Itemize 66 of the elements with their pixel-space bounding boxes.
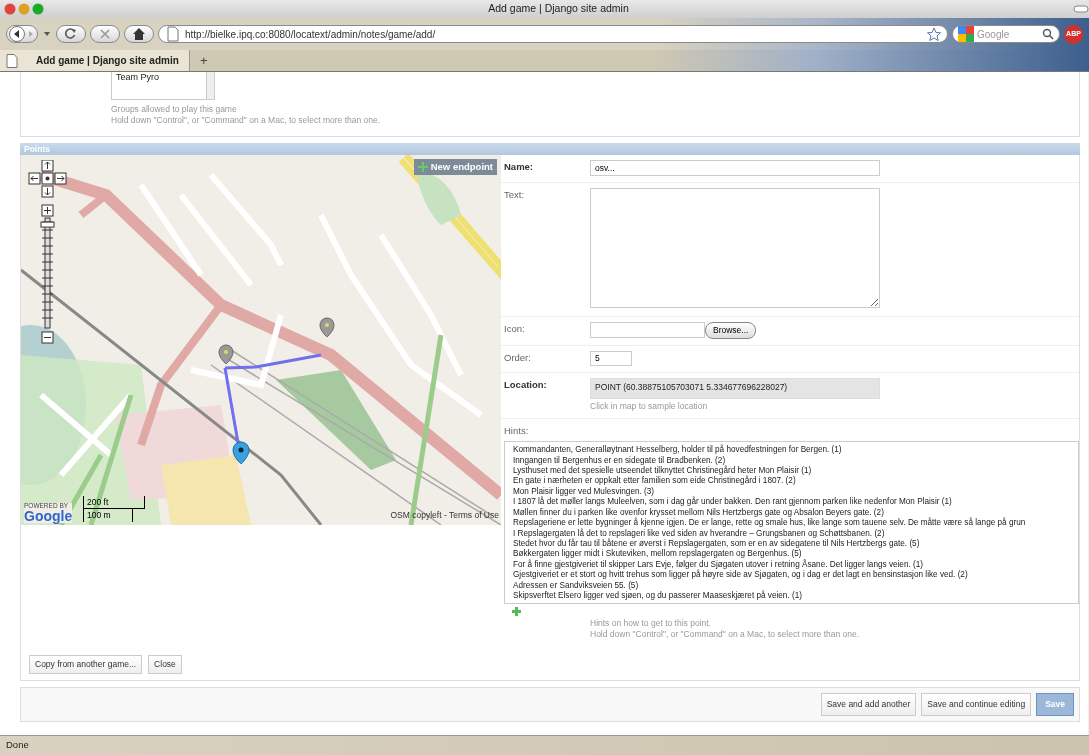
map-marker-icon[interactable] (319, 317, 335, 338)
submit-button[interactable]: Save and add another (820, 692, 917, 716)
map-logo[interactable]: Google (24, 509, 73, 523)
select-option[interactable]: Adressen er Sandviksveien 55. (5) (513, 580, 1078, 591)
status-text: Done (0, 735, 1089, 755)
field-label: Text: (504, 188, 526, 202)
select-option[interactable]: Kommandanten, Generalløytnant Hesselberg, holder til på hovedfestningen for Bergen. (1) (513, 445, 1078, 456)
action-button[interactable]: Copy from another game... (29, 655, 143, 674)
new-tab-button[interactable]: + (190, 50, 218, 71)
pan-control-icon[interactable] (28, 160, 67, 198)
back-forward-button[interactable] (6, 25, 38, 43)
scale-bar: 100 m (83, 509, 133, 522)
field-label: Hints: (504, 424, 530, 438)
terms-link[interactable]: Terms of Use (448, 510, 499, 521)
zoom-out-icon[interactable] (41, 331, 54, 344)
action-button[interactable]: Close (148, 655, 182, 674)
field-label: Name: (504, 160, 535, 174)
map-marker-icon[interactable] (218, 344, 234, 365)
help-text: Hold down "Control", or "Command" on a Mac, to select more than one. (590, 629, 861, 641)
select-option[interactable]: Team Pyro (112, 72, 163, 82)
browse-button[interactable]: Browse... (705, 322, 757, 339)
groups-select[interactable]: Team Pyro (111, 72, 215, 100)
select-option[interactable]: En gate i nærheten er oppkalt etter familien som eide Christinegård i 1807. (2) (513, 476, 1078, 487)
field-label: Icon: (504, 322, 526, 336)
map-marker-icon[interactable] (232, 441, 250, 465)
select-option[interactable]: Skipsverftet Elsero ligger ved sjøen, og du passerer Maaseskjæret på veien. (1) (513, 590, 1078, 602)
zoom-in-icon[interactable] (41, 204, 54, 217)
file-field[interactable] (590, 322, 705, 339)
field-label: Location: (504, 377, 548, 392)
help-text: Hold down "Control", or "Command" on a Mac, to select more than one. (111, 115, 382, 126)
window-controls-icon[interactable] (4, 3, 44, 15)
help-text: Hints on how to get to this point. (590, 618, 712, 630)
select-option[interactable]: Inngangen til Bergenhus er en sidegate til Bradbenken. (2) (513, 455, 1078, 467)
reload-icon[interactable] (63, 26, 79, 42)
select-option[interactable]: I 1807 lå det møller langs Muleelven, som i dag går under bakken. Den rant gjennom parken like nedenfor Mon Plaisir (1) (513, 497, 1078, 508)
submit-button[interactable]: Save and continue editing (921, 692, 1032, 716)
name-field[interactable]: osv... (590, 160, 880, 176)
toolbar-toggle-icon[interactable] (1073, 5, 1089, 13)
hints-select[interactable] (504, 441, 1079, 605)
scale-bar: 200 ft (83, 495, 145, 510)
page-icon (165, 26, 181, 42)
window-title: Add game | Django site admin (487, 1, 630, 17)
section-header: Points (20, 143, 1080, 155)
page-icon (6, 53, 18, 68)
select-option[interactable]: Repslageriene er lette bygninger å kjenne igjen. De er lange, rette og smale hus, like lange som tauene selv. De måtte være så lange på grun (513, 518, 1078, 529)
select-option[interactable]: I Repslagergaten lå det to repslageri like ved siden av hverandre – Grungsbanen og Schøttsbanen. (2) (513, 528, 1078, 539)
url-text: http://bielke.ipq.co:8080/locatext/admin/notes/game/add/ (185, 27, 437, 42)
search-icon[interactable] (1042, 28, 1054, 40)
dropdown-arrow-icon[interactable] (42, 30, 52, 38)
bookmark-star-icon[interactable] (927, 27, 941, 41)
zoom-slider[interactable] (40, 217, 55, 329)
select-option[interactable]: Bøkkergaten ligger midt i Skuteviken, mellom repslagergaten og Bergenhus. (5) (513, 549, 1078, 560)
new-endpoint-button[interactable]: New endpoint (413, 159, 497, 176)
help-text: Groups allowed to play this game (111, 104, 238, 115)
location-field: POINT (60.38875105703071 5.334677696228027) (590, 377, 880, 399)
help-text: Click in map to sample location (590, 401, 709, 412)
plus-icon (417, 162, 428, 173)
order-field[interactable]: 5 (590, 350, 632, 366)
attribution-text: OSM copyleft - Terms of Use (390, 509, 499, 522)
home-icon[interactable] (131, 26, 147, 42)
url-field[interactable]: http://bielke.ipq.co:8080/locatext/admin/notes/game/add/ (158, 25, 948, 43)
select-option[interactable]: Gjestgiveriet er et stort og hvitt trehus som ligger på høyre side av Sjøgaten, og i dag er det lagt en bensinstasjon like ved. (2) (513, 570, 1078, 581)
field-label: Order: (504, 350, 532, 365)
zoom-slider-thumb[interactable] (40, 221, 55, 228)
browser-tab[interactable]: Add game | Django site admin (0, 50, 190, 71)
select-option[interactable]: Stedet hvor du får tau til båtene er øverst i Repslagergaten, som er en av sidegatene til Nils Hertzbergs gate. (5) (513, 538, 1078, 550)
